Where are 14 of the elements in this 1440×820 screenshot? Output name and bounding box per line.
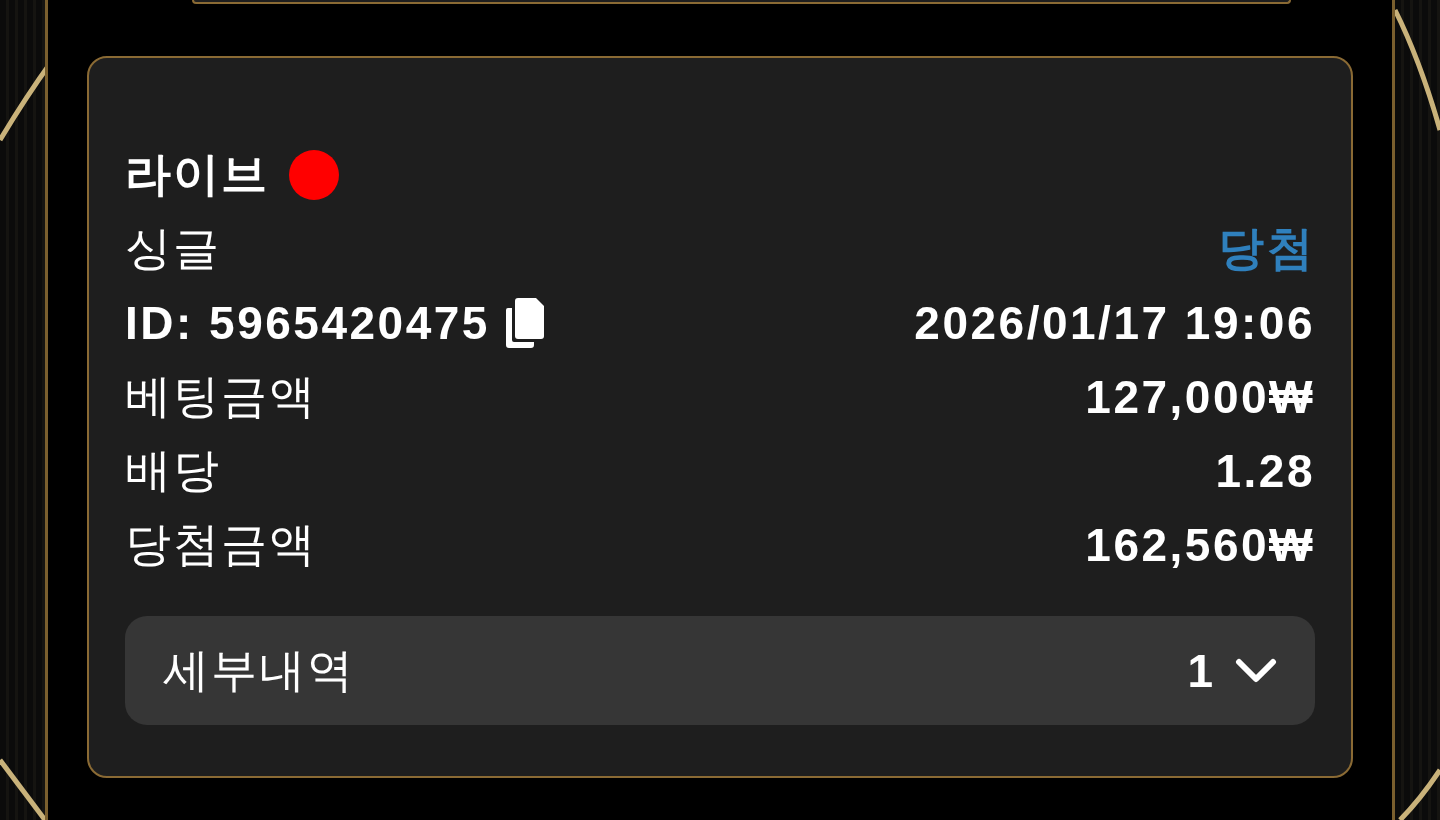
- row-label: 배당: [125, 443, 221, 498]
- bet-type: 싱글: [125, 221, 221, 276]
- row-value: 1.28: [1215, 444, 1315, 498]
- row-value: 162,560₩: [1085, 518, 1315, 572]
- chevron-down-icon: [1235, 657, 1277, 684]
- bet-id: ID: 5965420475: [125, 296, 490, 350]
- row-value: 127,000₩: [1085, 370, 1315, 424]
- copy-icon[interactable]: [505, 298, 544, 348]
- details-toggle[interactable]: 세부내역 1: [125, 616, 1315, 725]
- bet-mode-title: 라이브: [125, 147, 269, 202]
- row-label: 베팅금액: [125, 369, 317, 424]
- bet-status: 당첨: [1218, 221, 1315, 276]
- bet-datetime: 2026/01/17 19:06: [914, 296, 1315, 350]
- row-label: 당첨금액: [125, 517, 317, 572]
